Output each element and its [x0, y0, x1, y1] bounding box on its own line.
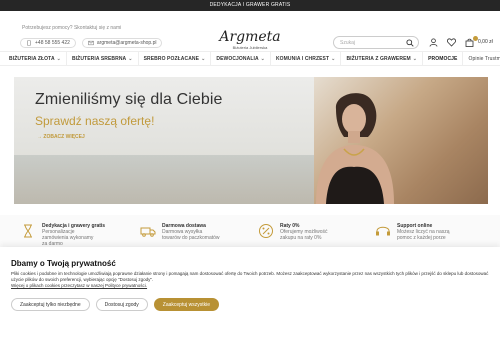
- nav-item[interactable]: BIŻUTERIA SREBRNA ⌄: [67, 51, 139, 66]
- email-address: argmeta@argmeta-shop.pl: [96, 39, 157, 46]
- model-photo: [316, 93, 394, 204]
- contact-pills: +48 58 555 422 argmeta@argmeta-shop.pl: [20, 37, 163, 48]
- logo-tagline: Biżuteria Jubilerska: [232, 45, 268, 50]
- feature-shipping: Darmowa dostawa Darmowa wysyłka towarów d…: [140, 223, 220, 241]
- cookie-text: Pliki cookies i podobne im technologie u…: [11, 271, 489, 290]
- chevron-down-icon: ⌄: [331, 55, 336, 62]
- nav-item-label: BIŻUTERIA Z GRAWEREM: [346, 55, 411, 62]
- site-header: Potrzebujesz pomocy? Skontaktuj się z na…: [0, 11, 500, 51]
- trustmate-link[interactable]: Opinie Trustmate: [463, 51, 500, 66]
- phone-icon: [27, 39, 31, 46]
- chevron-down-icon: ⌄: [201, 55, 206, 62]
- nav-item-label: DEWOCJONALIA: [216, 55, 259, 62]
- feature-installments: Raty 0% Oferujemy możliwość zakupu na rat…: [258, 223, 338, 241]
- feature-desc: Możesz liczyć na naszą pomoc z każdej po…: [397, 229, 450, 241]
- see-more-link[interactable]: → ZOBACZ WIĘCEJ: [37, 134, 85, 140]
- chevron-down-icon: ⌄: [56, 55, 61, 62]
- nav-item-label: BIŻUTERIA ZŁOTA: [9, 55, 55, 62]
- chevron-down-icon: ⌄: [412, 55, 418, 62]
- account-button[interactable]: [428, 37, 438, 47]
- search-placeholder: Szukaj: [340, 40, 356, 46]
- announcement-bar: DEDYKACJA I GRAWER GRATIS: [0, 0, 500, 11]
- hero-title: Zmieniliśmy się dla Ciebie: [35, 91, 223, 108]
- nav-item-label: SREBRO POZŁACANE: [143, 55, 200, 62]
- contact-hint: Potrzebujesz pomocy? Skontaktuj się z na…: [22, 25, 122, 31]
- hero-subtitle: Sprawdź naszą ofertę!: [35, 114, 155, 128]
- nav-item-label: PROMOCJE: [428, 55, 458, 62]
- hourglass-icon: [24, 224, 32, 238]
- truck-icon: [140, 227, 156, 237]
- header-actions: 0,00 zł: [428, 37, 493, 47]
- heart-icon: [446, 37, 456, 47]
- logo[interactable]: Argmeta Biżuteria Jubilerska: [215, 29, 285, 50]
- phone-number: +48 58 555 422: [35, 39, 70, 46]
- cart-badge: [473, 36, 478, 41]
- search-input[interactable]: Szukaj: [333, 36, 419, 49]
- main-nav: BIŻUTERIA ZŁOTA ⌄ BIŻUTERIA SREBRNA ⌄ SREBRO…: [0, 51, 500, 66]
- nav-item-label: KOMUNIA I CHRZEST: [275, 55, 330, 62]
- search-icon[interactable]: [406, 39, 414, 47]
- sea-image: [14, 155, 314, 204]
- phone-pill[interactable]: +48 58 555 422: [20, 37, 76, 48]
- cookie-consent-modal: Dbamy o Twoją prywatność Pliki cookies i…: [0, 247, 500, 348]
- accept-all-button[interactable]: Zaakceptuj wszystkie: [153, 298, 220, 311]
- headset-icon: [376, 226, 390, 236]
- accept-necessary-button[interactable]: Zaakceptuj tylko niezbędne: [11, 298, 90, 311]
- nav-item[interactable]: BIŻUTERIA ZŁOTA ⌄: [4, 51, 67, 66]
- percent-icon: [259, 224, 273, 238]
- feature-engraving: Dedykacja i grawery gratis Personalizacje…: [20, 223, 105, 247]
- cookie-title: Dbamy o Twoją prywatność: [11, 259, 116, 268]
- privacy-policy-link[interactable]: Więcej o plikach cookies przeczytasz w n…: [11, 283, 147, 288]
- announcement-text: DEDYKACJA I GRAWER GRATIS: [209, 2, 291, 8]
- customize-consent-button[interactable]: Dostosuj zgody: [95, 298, 148, 311]
- feature-support: Support online Możesz liczyć na naszą pom…: [375, 223, 455, 241]
- feature-desc: Darmowa wysyłka towarów do paczkomatów: [162, 229, 220, 241]
- chevron-down-icon: ⌄: [260, 55, 265, 62]
- nav-item[interactable]: PROMOCJE: [423, 51, 464, 66]
- user-icon: [429, 37, 437, 47]
- cookie-body: Pliki cookies i podobne im technologie u…: [11, 271, 489, 283]
- feature-desc: Oferujemy możliwość zakupu na raty 0%: [280, 229, 328, 241]
- chevron-down-icon: ⌄: [128, 55, 133, 62]
- features-strip: Dedykacja i grawery gratis Personalizacje…: [0, 215, 500, 247]
- nav-item[interactable]: KOMUNIA I CHRZEST ⌄: [271, 51, 342, 66]
- wishlist-button[interactable]: [446, 37, 456, 47]
- nav-item-label: BIŻUTERIA SREBRNA: [71, 55, 127, 62]
- nav-item[interactable]: SREBRO POZŁACANE ⌄: [139, 51, 212, 66]
- email-pill[interactable]: argmeta@argmeta-shop.pl: [81, 37, 163, 48]
- nav-item[interactable]: BIŻUTERIA Z GRAWEREM ⌄: [341, 51, 424, 66]
- mail-icon: [88, 40, 94, 45]
- cookie-buttons: Zaakceptuj tylko niezbędne Dostosuj zgod…: [11, 298, 220, 311]
- hero-banner[interactable]: Zmieniliśmy się dla Ciebie Sprawdź naszą…: [14, 77, 488, 204]
- cart-total[interactable]: 0,00 zł: [478, 39, 493, 45]
- nav-item[interactable]: DEWOCJONALIA ⌄: [211, 51, 271, 66]
- logo-name: Argmeta: [219, 29, 281, 45]
- feature-desc: Personalizacje zamówienia wykonamy za da…: [42, 229, 94, 247]
